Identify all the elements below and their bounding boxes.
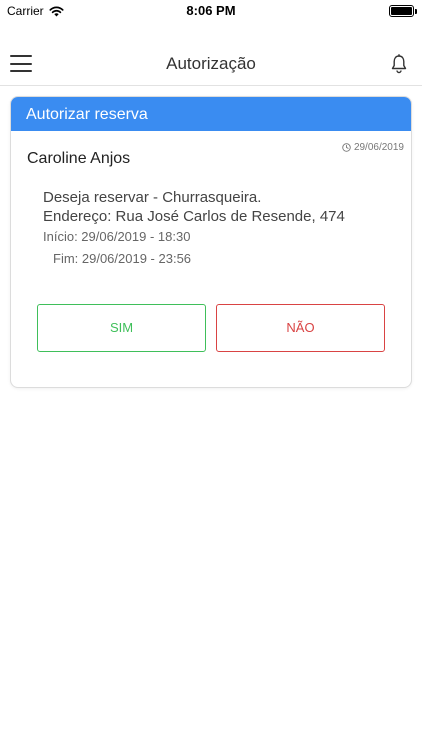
reject-button[interactable]: NÃO <box>216 304 385 352</box>
navigation-bar: Autorização <box>0 40 422 86</box>
authorization-card: Autorizar reserva 29/06/2019 Caroline An… <box>10 96 412 388</box>
reservation-address: Endereço: Rua José Carlos de Resende, 47… <box>43 208 345 225</box>
battery-icon <box>389 5 417 17</box>
card-header: Autorizar reserva <box>11 97 411 131</box>
status-bar: Carrier 8:06 PM <box>0 0 422 22</box>
reservation-end: Fim: 29/06/2019 - 23:56 <box>53 251 192 266</box>
status-time: 8:06 PM <box>186 3 236 18</box>
approve-button[interactable]: SIM <box>37 304 206 352</box>
request-date-text: 29/06/2019 <box>353 142 404 153</box>
requester-name: Caroline Anjos <box>27 150 131 167</box>
page-title: Autorização <box>166 54 256 73</box>
reservation-start: Início: 29/06/2019 - 18:30 <box>43 229 191 244</box>
bell-icon[interactable] <box>390 54 408 74</box>
reservation-details: Deseja reservar - Churrasqueira. Endereç… <box>43 188 345 270</box>
reservation-request-text: Deseja reservar - Churrasqueira. <box>43 189 262 206</box>
clock-icon <box>342 143 351 152</box>
request-date: 29/06/2019 <box>342 142 404 153</box>
